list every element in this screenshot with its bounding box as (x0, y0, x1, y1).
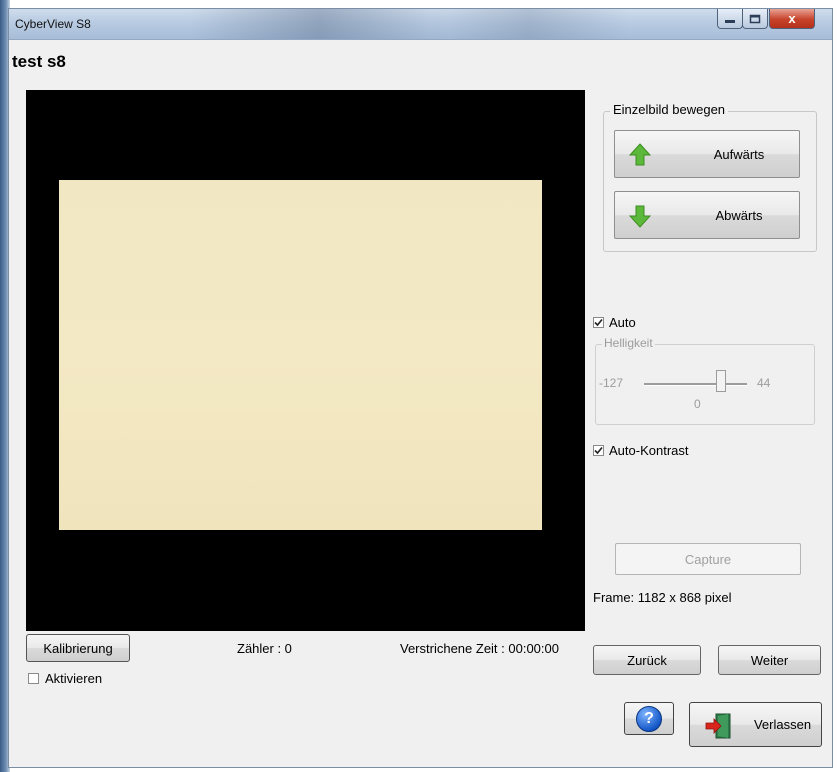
frame-info: Frame: 1182 x 868 pixel (593, 590, 732, 605)
move-down-button[interactable]: Abwärts (614, 191, 800, 239)
close-icon: x (788, 11, 796, 26)
elapsed-time-label: Verstrichene Zeit : 00:00:00 (400, 641, 559, 656)
green-down-arrow-icon (629, 205, 651, 228)
counter-label: Zähler : 0 (237, 641, 292, 656)
minimize-icon (725, 19, 735, 23)
auto-contrast-checkbox[interactable] (593, 445, 604, 456)
calibration-button[interactable]: Kalibrierung (26, 634, 130, 662)
exit-label: Verlassen (753, 717, 812, 732)
minimize-button[interactable] (717, 9, 743, 29)
move-down-label: Abwärts (715, 207, 763, 223)
move-up-label: Aufwärts (713, 146, 765, 162)
close-button[interactable]: x (769, 9, 815, 29)
next-button[interactable]: Weiter (718, 645, 821, 675)
green-up-arrow-icon (629, 143, 651, 166)
exit-button[interactable]: Verlassen (689, 702, 822, 747)
title-bar-glass (429, 9, 629, 39)
activate-checkbox[interactable] (28, 673, 39, 684)
title-bar[interactable]: CyberView S8 x (9, 9, 832, 40)
brightness-min-label: -127 (599, 376, 624, 390)
maximize-icon (749, 14, 761, 23)
checkmark-icon (594, 318, 603, 327)
auto-contrast-label: Auto-Kontrast (609, 443, 689, 458)
page-title: test s8 (12, 52, 66, 71)
maximize-button[interactable] (742, 9, 768, 29)
exit-door-icon (705, 713, 731, 739)
brightness-max-label: 44 (757, 376, 771, 390)
window-title: CyberView S8 (15, 17, 91, 31)
activate-label: Aktivieren (45, 671, 103, 686)
move-up-button[interactable]: Aufwärts (614, 130, 800, 178)
title-bar-glass (189, 9, 449, 39)
move-frame-legend: Einzelbild bewegen (610, 102, 729, 117)
brightness-value-label: 0 (694, 397, 701, 411)
auto-brightness-label: Auto (609, 315, 636, 330)
back-button[interactable]: Zurück (593, 645, 701, 675)
brightness-legend: Helligkeit (602, 336, 655, 350)
capture-button[interactable]: Capture (615, 543, 801, 575)
preview-slide-image (59, 180, 542, 530)
auto-brightness-checkbox[interactable] (593, 317, 604, 328)
help-button[interactable]: ? (624, 702, 674, 735)
scan-preview (26, 90, 585, 631)
brightness-slider-thumb[interactable] (716, 370, 726, 392)
brightness-slider-track[interactable] (644, 383, 747, 386)
help-question-icon: ? (636, 705, 662, 732)
checkmark-icon (594, 446, 603, 455)
